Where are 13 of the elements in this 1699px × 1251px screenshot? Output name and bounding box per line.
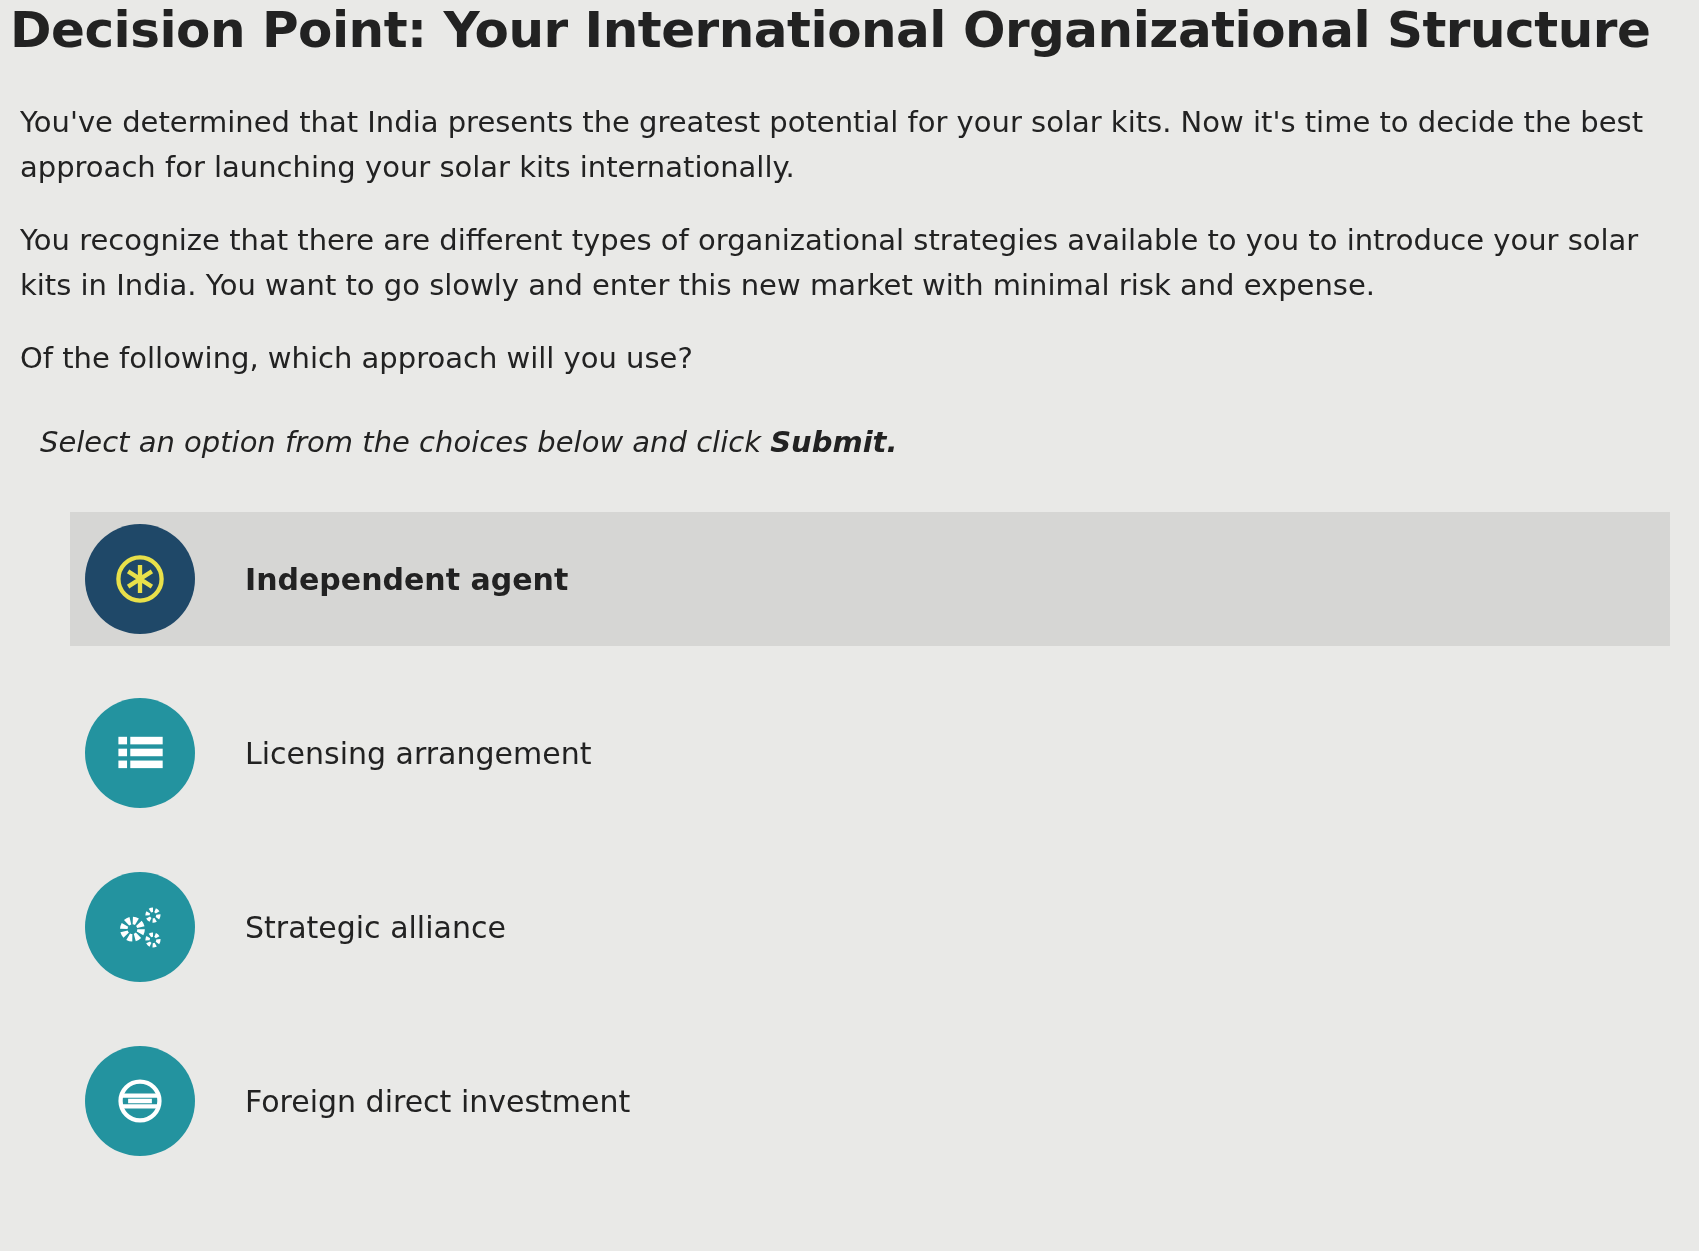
- option-row[interactable]: Foreign direct investment: [70, 1034, 1670, 1169]
- question-text: You recognize that there are different types of organizational strategies available to you to introduce your solar kits in India. You want to go slowly and enter this new market with minimal risk and expense.: [20, 221, 1640, 304]
- option-label: Foreign direct investment: [245, 1082, 631, 1121]
- option-row[interactable]: Licensing arrangement: [70, 686, 1670, 821]
- page-title: Decision Point: Your International Organizational Structure: [10, 0, 1652, 60]
- question-text: You've determined that India presents the greatest potential for your solar kits. Now it's time to decide the best approach for launching your solar kits internationally.: [20, 104, 1645, 186]
- instruction-text: Select an option from the choices below and click Submit.: [40, 423, 899, 461]
- option-row[interactable]: Independent agent: [70, 512, 1670, 647]
- option-label: Independent agent: [245, 560, 569, 599]
- option-row[interactable]: Strategic alliance: [70, 860, 1670, 995]
- option-label: Strategic alliance: [245, 908, 506, 947]
- option-label: Licensing arrangement: [245, 734, 592, 773]
- question-text: Of the following, which approach will you use?: [20, 339, 694, 377]
